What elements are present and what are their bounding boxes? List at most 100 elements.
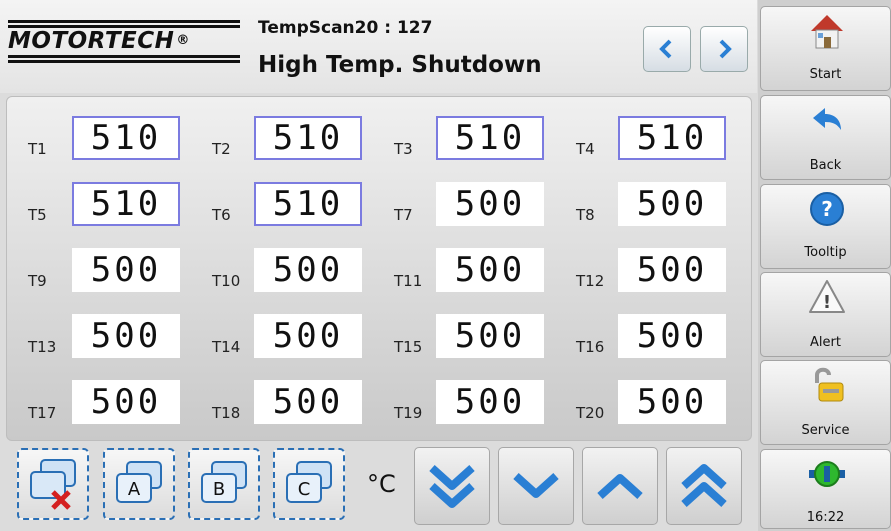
sensor-t15: T15 500 bbox=[394, 314, 554, 358]
scroll-down-button[interactable] bbox=[498, 447, 574, 525]
chevron-up-icon bbox=[597, 474, 643, 499]
header: MOTORTECH ® TempScan20 : 127 High Temp. S… bbox=[0, 0, 757, 93]
sensor-label: T1 bbox=[28, 140, 47, 158]
sensor-value: 500 bbox=[254, 248, 362, 292]
sensor-t8: T8 500 bbox=[576, 182, 736, 226]
chevron-left-icon bbox=[659, 39, 672, 59]
tooltip-button[interactable]: ? Tooltip bbox=[760, 184, 891, 269]
double-chevron-up-icon bbox=[681, 464, 727, 507]
alert-label: Alert bbox=[810, 335, 841, 350]
sensor-value: 510 bbox=[436, 116, 544, 160]
page-up-fast-button[interactable] bbox=[666, 447, 742, 525]
motortech-logo: MOTORTECH ® bbox=[8, 20, 240, 66]
sensor-value: 500 bbox=[618, 380, 726, 424]
svg-text:C: C bbox=[298, 479, 311, 500]
layer-icon: A bbox=[116, 461, 162, 503]
sensor-value: 510 bbox=[254, 182, 362, 226]
sensor-t13: T13 500 bbox=[28, 314, 188, 358]
sensor-label: T5 bbox=[28, 206, 47, 224]
sensor-t4: T4 510 bbox=[576, 116, 736, 160]
sensor-label: T17 bbox=[28, 404, 57, 422]
start-button[interactable]: Start bbox=[760, 6, 891, 91]
back-button[interactable]: Back bbox=[760, 95, 891, 180]
layer-a-button[interactable]: A bbox=[103, 448, 175, 520]
layer-icon: B bbox=[201, 461, 247, 503]
home-icon bbox=[811, 15, 843, 49]
sensor-label: T4 bbox=[576, 140, 595, 158]
layer-icon: C bbox=[286, 461, 332, 503]
sensor-t1: T1 510 bbox=[28, 116, 188, 160]
page-title: High Temp. Shutdown bbox=[258, 52, 542, 78]
double-chevron-down-icon bbox=[429, 465, 475, 508]
sensor-label: T8 bbox=[576, 206, 595, 224]
sensor-label: T13 bbox=[28, 338, 57, 356]
sensor-value: 500 bbox=[72, 380, 180, 424]
sensor-t2: T2 510 bbox=[212, 116, 372, 160]
sensor-value: 500 bbox=[436, 314, 544, 358]
alert-button[interactable]: ! Alert bbox=[760, 272, 891, 357]
sensor-value: 500 bbox=[436, 248, 544, 292]
sidebar: Start Back ? Tooltip ! Alert Service 16:… bbox=[758, 0, 891, 531]
status-button[interactable]: 16:22 bbox=[760, 449, 891, 529]
sensor-t17: T17 500 bbox=[28, 380, 188, 424]
sensor-label: T9 bbox=[28, 272, 47, 290]
sensor-value: 500 bbox=[436, 380, 544, 424]
svg-text:!: ! bbox=[823, 292, 831, 313]
warning-icon: ! bbox=[809, 280, 845, 313]
tooltip-label: Tooltip bbox=[804, 245, 847, 260]
back-label: Back bbox=[809, 158, 842, 173]
sensor-t10: T10 500 bbox=[212, 248, 372, 292]
layer-b-button[interactable]: B bbox=[188, 448, 260, 520]
sensor-t11: T11 500 bbox=[394, 248, 554, 292]
sensor-value: 510 bbox=[72, 116, 180, 160]
sensor-label: T19 bbox=[394, 404, 423, 422]
sensor-value: 500 bbox=[254, 380, 362, 424]
sensor-label: T6 bbox=[212, 206, 231, 224]
svg-text:A: A bbox=[128, 479, 141, 500]
sensor-label: T20 bbox=[576, 404, 605, 422]
sensor-t12: T12 500 bbox=[576, 248, 736, 292]
sensor-label: T2 bbox=[212, 140, 231, 158]
start-label: Start bbox=[809, 67, 842, 82]
sensor-t3: T3 510 bbox=[394, 116, 554, 160]
sensor-value: 500 bbox=[618, 248, 726, 292]
sensor-value: 510 bbox=[618, 116, 726, 160]
unit-label: °C bbox=[367, 470, 396, 498]
sensor-value: 500 bbox=[72, 314, 180, 358]
padlock-open-icon bbox=[815, 367, 844, 402]
layer-c-button[interactable]: C bbox=[273, 448, 345, 520]
sensor-t16: T16 500 bbox=[576, 314, 736, 358]
sensor-value: 510 bbox=[254, 116, 362, 160]
sensor-value: 500 bbox=[72, 248, 180, 292]
service-label: Service bbox=[801, 423, 850, 438]
sensor-t19: T19 500 bbox=[394, 380, 554, 424]
sensor-t9: T9 500 bbox=[28, 248, 188, 292]
sensor-label: T3 bbox=[394, 140, 413, 158]
sensor-label: T7 bbox=[394, 206, 413, 224]
sensor-label: T15 bbox=[394, 338, 423, 356]
clear-layers-button[interactable] bbox=[17, 448, 89, 520]
next-page-button[interactable] bbox=[700, 26, 748, 72]
help-icon: ? bbox=[810, 192, 844, 226]
svg-text:B: B bbox=[213, 479, 225, 500]
clock: 16:22 bbox=[806, 510, 845, 525]
chevron-down-icon bbox=[513, 473, 559, 498]
sensor-value: 500 bbox=[618, 182, 726, 226]
sensor-t5: T5 510 bbox=[28, 182, 188, 226]
sensor-t20: T20 500 bbox=[576, 380, 736, 424]
sensor-t14: T14 500 bbox=[212, 314, 372, 358]
sensor-label: T10 bbox=[212, 272, 241, 290]
sensor-value: 500 bbox=[436, 182, 544, 226]
device-name: TempScan20 : 127 bbox=[258, 18, 433, 38]
page-down-fast-button[interactable] bbox=[414, 447, 490, 525]
sensor-t6: T6 510 bbox=[212, 182, 372, 226]
sensor-label: T14 bbox=[212, 338, 241, 356]
sensor-label: T12 bbox=[576, 272, 605, 290]
sensor-value: 500 bbox=[254, 314, 362, 358]
chevron-right-icon bbox=[719, 39, 732, 59]
scroll-up-button[interactable] bbox=[582, 447, 658, 525]
sensor-value: 510 bbox=[72, 182, 180, 226]
service-button[interactable]: Service bbox=[760, 360, 891, 445]
previous-page-button[interactable] bbox=[643, 26, 691, 72]
sensor-value: 500 bbox=[618, 314, 726, 358]
